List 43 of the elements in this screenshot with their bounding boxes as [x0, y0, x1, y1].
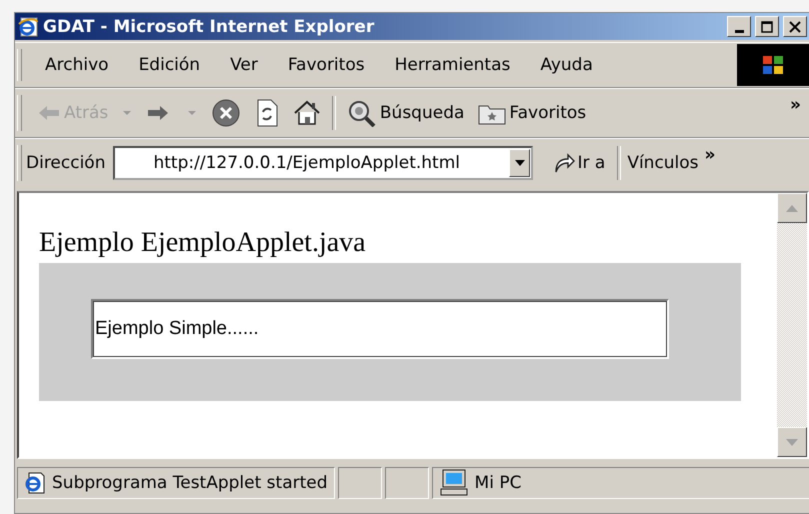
menu-item[interactable]: Herramientas	[380, 55, 526, 75]
forward-arrow-icon	[146, 103, 170, 123]
menu-item[interactable]: Ayuda	[525, 55, 608, 75]
status-message: Subprograma TestApplet started	[52, 473, 328, 493]
minimize-icon	[734, 30, 744, 32]
go-button[interactable]: Ir a	[547, 152, 612, 174]
page-heading: Ejemplo EjemploApplet.java	[39, 227, 367, 259]
maximize-button[interactable]	[755, 16, 779, 37]
dropdown-caret-icon	[514, 160, 525, 166]
dropdown-caret-icon	[122, 110, 132, 116]
menu-item[interactable]: Favoritos	[272, 55, 380, 75]
links-label[interactable]: Vínculos	[627, 153, 699, 173]
search-icon	[346, 99, 377, 127]
favorites-button[interactable]: Favoritos	[471, 93, 594, 133]
menu-item[interactable]: Edición	[124, 55, 216, 75]
more-links-chevron[interactable]: »	[704, 145, 716, 165]
dropdown-caret-icon	[186, 110, 197, 116]
menu-item[interactable]: Ver	[215, 55, 273, 75]
scroll-up-arrow-icon	[786, 204, 798, 212]
status-panel	[338, 467, 382, 499]
computer-icon	[438, 469, 469, 497]
close-button[interactable]	[783, 16, 807, 37]
minimize-button[interactable]	[727, 16, 751, 37]
zone-label: Mi PC	[474, 473, 522, 493]
vertical-scrollbar[interactable]	[777, 193, 807, 457]
menu-item[interactable]: Archivo	[30, 55, 124, 75]
text-field[interactable]: Ejemplo Simple......	[91, 299, 669, 359]
window-title: GDAT - Microsoft Internet Explorer	[43, 16, 376, 36]
browser-logo-icon	[17, 16, 39, 38]
windows-flag-icon	[737, 44, 809, 86]
more-buttons-chevron[interactable]: »	[782, 95, 809, 115]
refresh-icon	[254, 98, 279, 128]
address-field[interactable]: http://127.0.0.1/EjemploApplet.html	[113, 146, 534, 180]
page-icon	[24, 471, 46, 495]
scroll-down-arrow-icon	[786, 438, 798, 446]
search-button[interactable]: Búsqueda	[340, 93, 472, 133]
address-label: Dirección	[26, 153, 106, 173]
stop-icon	[210, 98, 241, 128]
dropdown-button[interactable]	[509, 149, 530, 177]
home-icon	[292, 99, 321, 127]
status-panel	[384, 467, 429, 499]
back-arrow-icon	[37, 103, 61, 123]
go-arrow-icon	[553, 152, 576, 174]
